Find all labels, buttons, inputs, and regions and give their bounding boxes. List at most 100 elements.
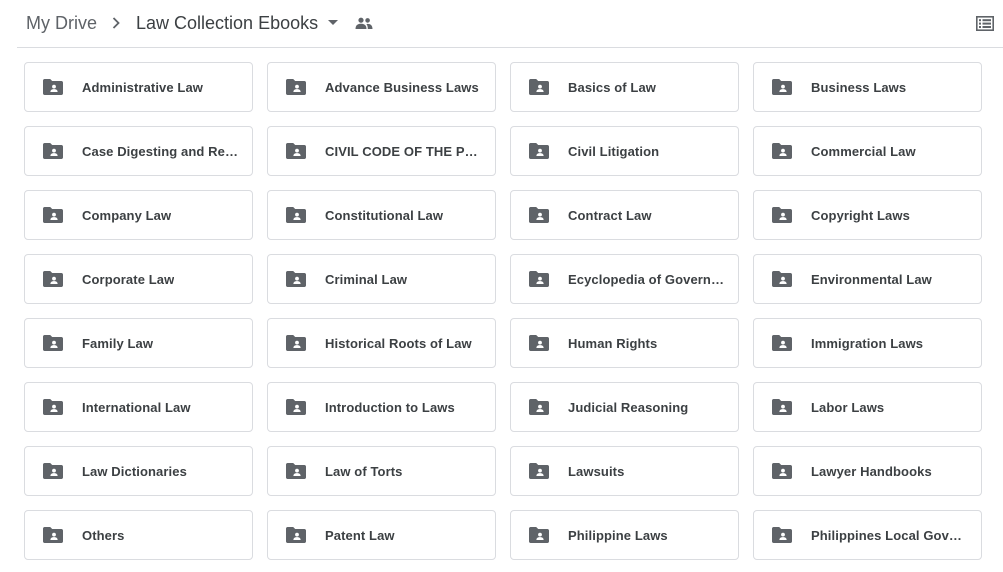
shared-folder-icon <box>772 463 792 479</box>
shared-folder-icon <box>43 79 63 95</box>
folder-item[interactable]: Lawsuits <box>510 446 739 496</box>
folder-item[interactable]: Company Law <box>24 190 253 240</box>
folder-name: Commercial Law <box>811 143 916 159</box>
folder-name: Historical Roots of Law <box>325 335 472 351</box>
folder-item[interactable]: Basics of Law <box>510 62 739 112</box>
folder-item[interactable]: International Law <box>24 382 253 432</box>
shared-folder-icon <box>529 271 549 287</box>
folder-name: Civil Litigation <box>568 143 660 159</box>
shared-folder-icon <box>529 463 549 479</box>
shared-folder-icon <box>772 335 792 351</box>
folder-name: CIVIL CODE OF THE PHIL... <box>325 143 481 159</box>
folder-item[interactable]: Administrative Law <box>24 62 253 112</box>
shared-folder-icon <box>286 463 306 479</box>
folder-item[interactable]: Civil Litigation <box>510 126 739 176</box>
shared-folder-icon <box>529 335 549 351</box>
shared-folder-icon <box>286 399 306 415</box>
shared-folder-icon <box>529 527 549 543</box>
drive-folder-view: My Drive Law Collection Ebooks Administr… <box>0 0 1003 572</box>
folder-item[interactable]: Philippine Laws <box>510 510 739 560</box>
folder-item[interactable]: Business Laws <box>753 62 982 112</box>
folder-name: Introduction to Laws <box>325 399 455 415</box>
folder-item[interactable]: Introduction to Laws <box>267 382 496 432</box>
shared-folder-icon <box>286 271 306 287</box>
shared-folder-icon <box>286 527 306 543</box>
shared-folder-icon <box>286 335 306 351</box>
folder-item[interactable]: Contract Law <box>510 190 739 240</box>
folder-item[interactable]: CIVIL CODE OF THE PHIL... <box>267 126 496 176</box>
folder-item[interactable]: Immigration Laws <box>753 318 982 368</box>
folder-name: Lawsuits <box>568 463 625 479</box>
folder-name: Constitutional Law <box>325 207 444 223</box>
chevron-right-icon <box>110 17 122 29</box>
shared-folder-icon <box>772 527 792 543</box>
folder-name: International Law <box>82 399 191 415</box>
shared-folder-icon <box>43 527 63 543</box>
folder-name: Administrative Law <box>82 79 203 95</box>
shared-folder-icon <box>286 207 306 223</box>
shared-folder-icon <box>772 79 792 95</box>
shared-folder-icon <box>43 207 63 223</box>
folder-name: Business Laws <box>811 79 907 95</box>
folder-name: Others <box>82 527 125 543</box>
breadcrumb-current-folder[interactable]: Law Collection Ebooks <box>136 13 339 34</box>
folder-item[interactable]: Historical Roots of Law <box>267 318 496 368</box>
shared-folder-icon <box>43 143 63 159</box>
folder-name: Corporate Law <box>82 271 175 287</box>
shared-folder-icon <box>772 143 792 159</box>
folder-name: Philippine Laws <box>568 527 668 543</box>
folder-name: Patent Law <box>325 527 395 543</box>
folder-name: Law Dictionaries <box>82 463 187 479</box>
folder-item[interactable]: Advance Business Laws <box>267 62 496 112</box>
breadcrumb: My Drive Law Collection Ebooks <box>26 10 373 36</box>
folder-name: Basics of Law <box>568 79 656 95</box>
breadcrumb-my-drive[interactable]: My Drive <box>26 13 97 34</box>
folder-item[interactable]: Environmental Law <box>753 254 982 304</box>
folder-name: Case Digesting and Repo... <box>82 143 238 159</box>
folder-item[interactable]: Constitutional Law <box>267 190 496 240</box>
folder-item[interactable]: Law of Torts <box>267 446 496 496</box>
folder-name: Judicial Reasoning <box>568 399 689 415</box>
folder-item[interactable]: Patent Law <box>267 510 496 560</box>
shared-folder-icon <box>529 207 549 223</box>
shared-folder-icon <box>43 399 63 415</box>
list-view-icon[interactable] <box>975 14 995 32</box>
folder-item[interactable]: Law Dictionaries <box>24 446 253 496</box>
folder-name: Criminal Law <box>325 271 408 287</box>
folder-name: Copyright Laws <box>811 207 910 223</box>
folder-name: Immigration Laws <box>811 335 924 351</box>
folder-item[interactable]: Corporate Law <box>24 254 253 304</box>
folder-item[interactable]: Labor Laws <box>753 382 982 432</box>
shared-folder-icon <box>529 79 549 95</box>
shared-folder-icon <box>43 271 63 287</box>
folder-name: Family Law <box>82 335 154 351</box>
folder-item[interactable]: Family Law <box>24 318 253 368</box>
folder-name: Law of Torts <box>325 463 403 479</box>
folder-item[interactable]: Judicial Reasoning <box>510 382 739 432</box>
folder-item[interactable]: Ecyclopedia of Governme... <box>510 254 739 304</box>
folder-name: Contract Law <box>568 207 652 223</box>
folder-item[interactable]: Case Digesting and Repo... <box>24 126 253 176</box>
people-icon <box>355 16 373 30</box>
folder-item[interactable]: Commercial Law <box>753 126 982 176</box>
folder-item[interactable]: Others <box>24 510 253 560</box>
folder-item[interactable]: Lawyer Handbooks <box>753 446 982 496</box>
folder-item[interactable]: Copyright Laws <box>753 190 982 240</box>
folder-item[interactable]: Criminal Law <box>267 254 496 304</box>
folder-name: Labor Laws <box>811 399 885 415</box>
shared-folder-icon <box>772 399 792 415</box>
folder-grid: Administrative Law Advance Business Laws… <box>24 62 982 560</box>
folder-name: Ecyclopedia of Governme... <box>568 271 724 287</box>
shared-folder-icon <box>286 143 306 159</box>
header-divider <box>17 47 1003 48</box>
folder-name: Advance Business Laws <box>325 79 479 95</box>
folder-name: Philippines Local Govern... <box>811 527 967 543</box>
shared-folder-icon <box>529 143 549 159</box>
shared-folder-icon <box>43 335 63 351</box>
folder-name: Lawyer Handbooks <box>811 463 932 479</box>
arrow-drop-down-icon[interactable] <box>327 17 339 29</box>
shared-folder-icon <box>772 207 792 223</box>
folder-item[interactable]: Philippines Local Govern... <box>753 510 982 560</box>
folder-item[interactable]: Human Rights <box>510 318 739 368</box>
folder-name: Environmental Law <box>811 271 932 287</box>
